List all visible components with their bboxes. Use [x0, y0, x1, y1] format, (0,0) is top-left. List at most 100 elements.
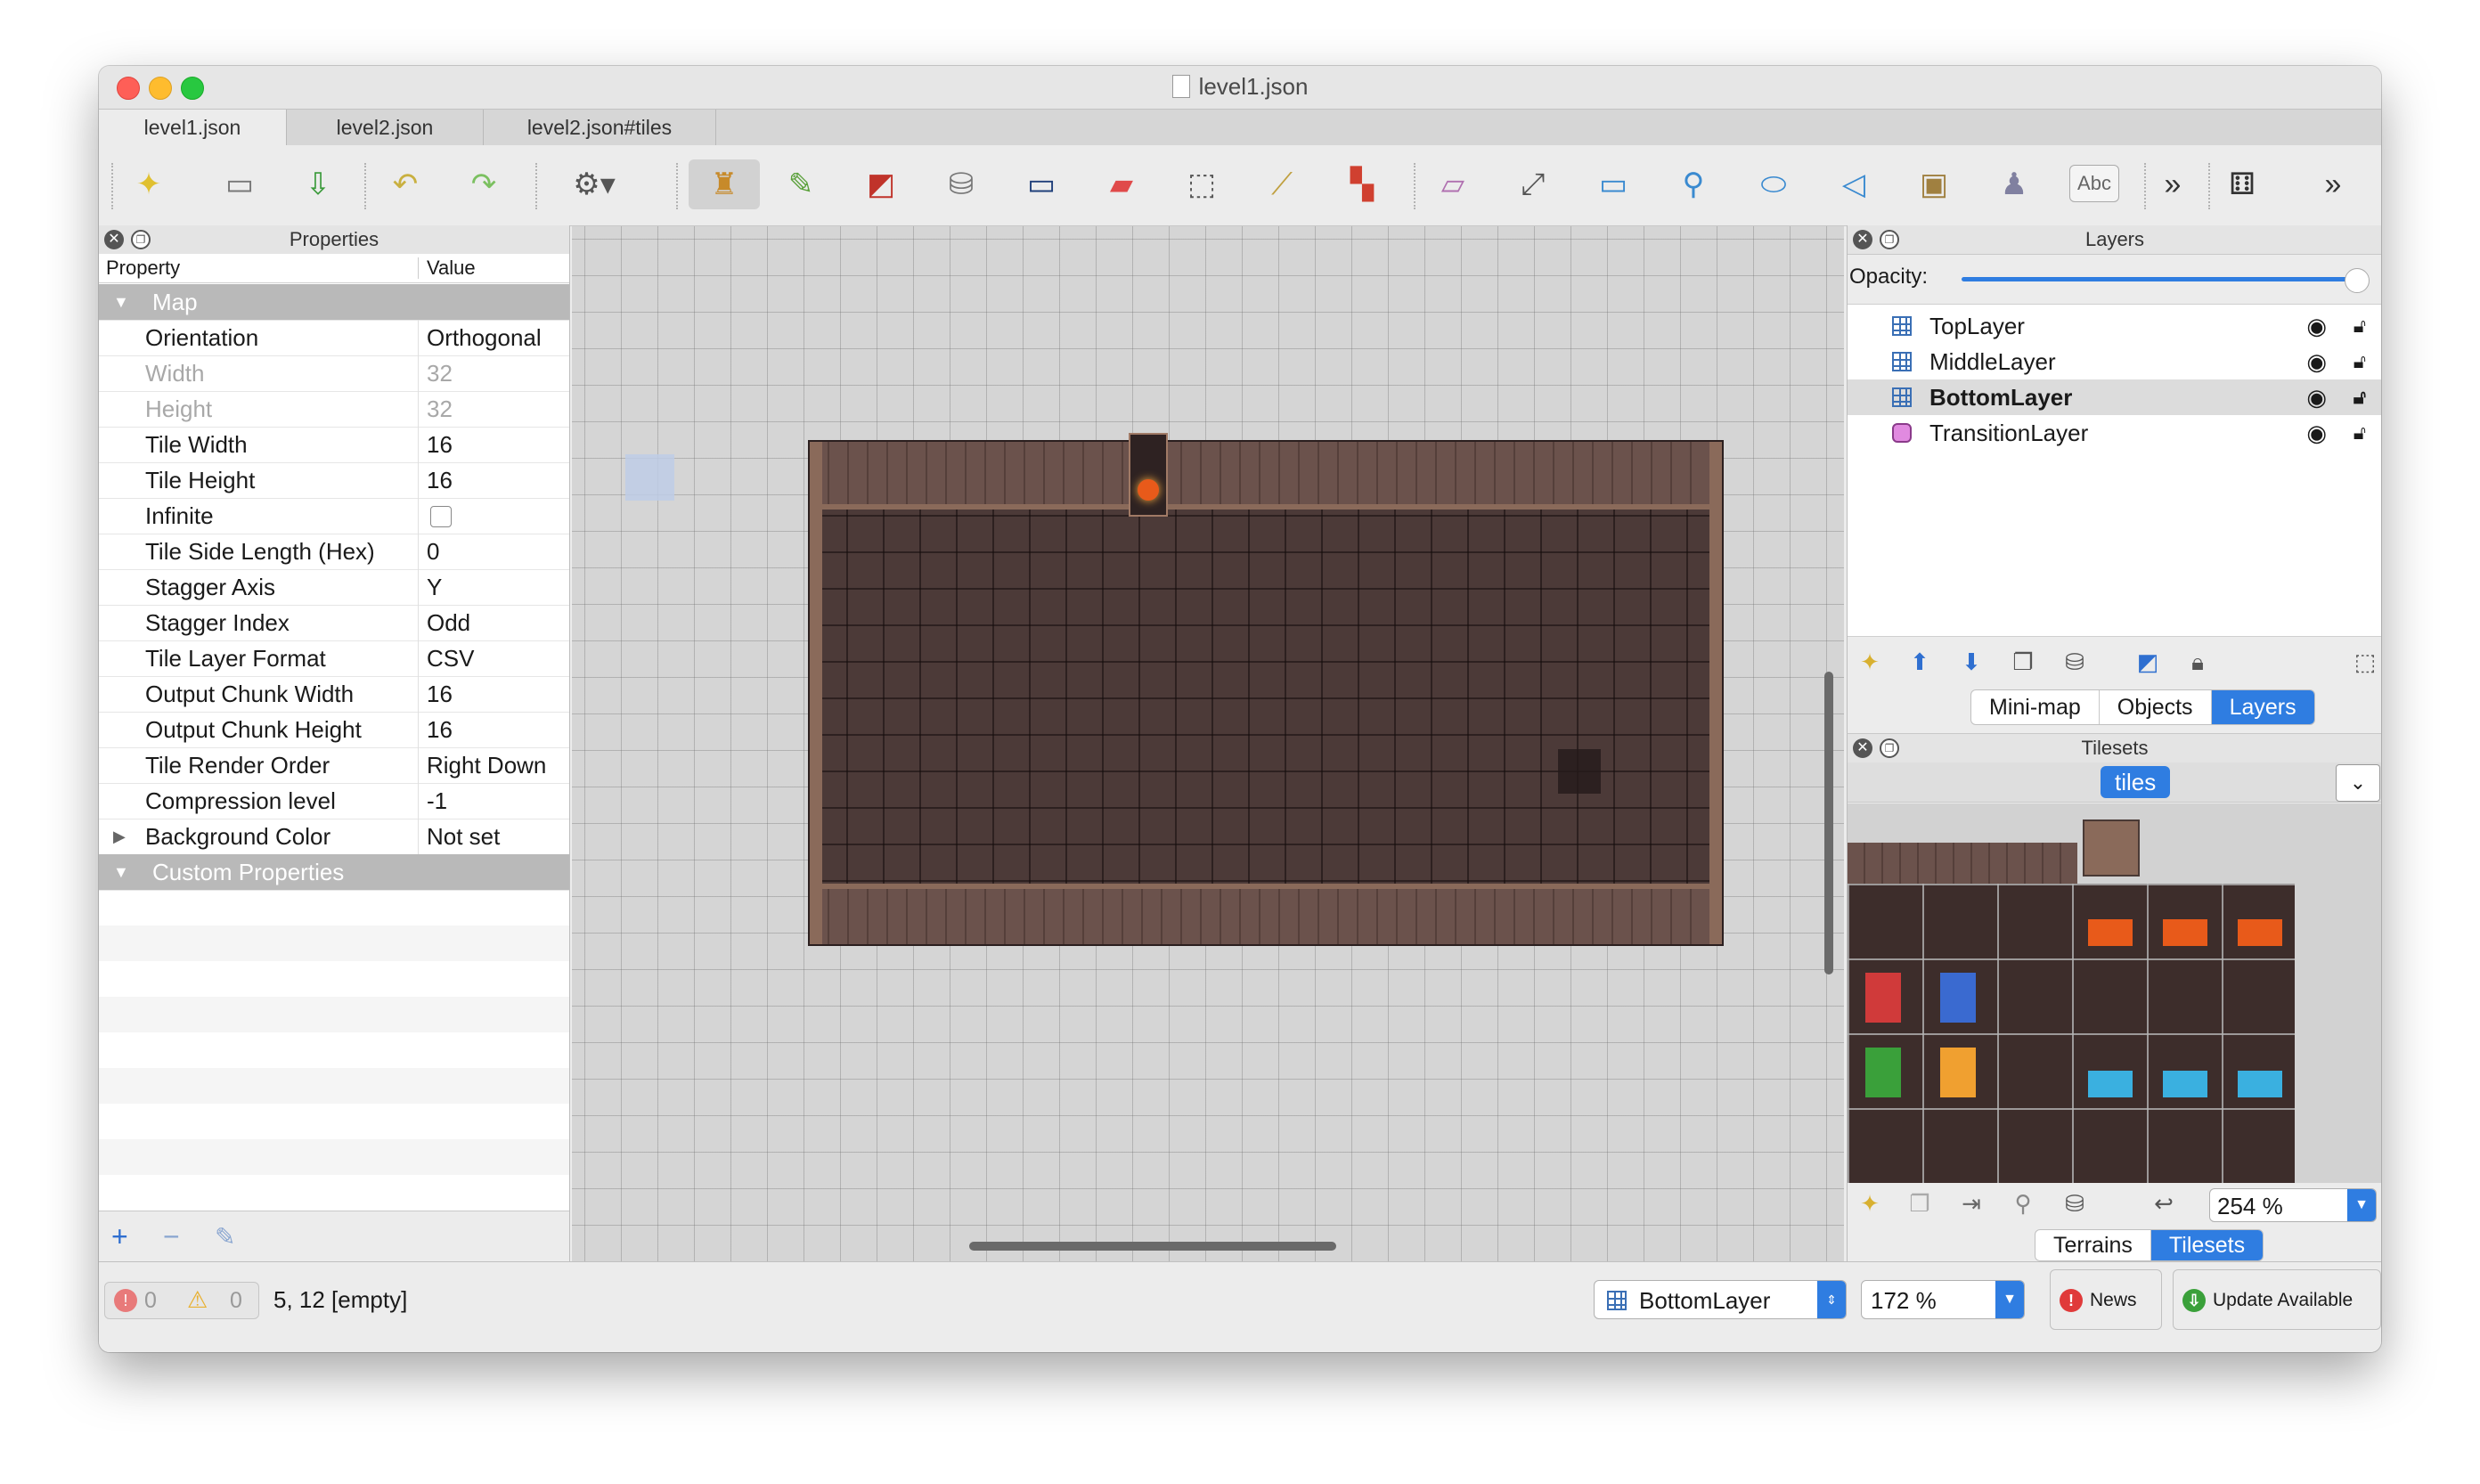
prop-layer-format[interactable]: Tile Layer Format CSV	[99, 640, 569, 677]
tile-map[interactable]	[808, 433, 1724, 946]
tab-layers[interactable]: Layers	[2211, 690, 2314, 724]
insert-polygon-icon[interactable]: ◁	[1829, 159, 1879, 209]
close-panel-icon[interactable]: ✕	[1853, 738, 1872, 758]
insert-rectangle-icon[interactable]: ▭	[1588, 159, 1638, 209]
tileset-tab-tiles[interactable]: tiles	[2101, 766, 2171, 798]
vertical-scrollbar[interactable]	[1824, 672, 1833, 974]
select-objects-icon[interactable]: ▱	[1428, 159, 1478, 209]
tileset-image[interactable]	[1848, 884, 2295, 1183]
rect-select-icon[interactable]: ⬚	[1177, 159, 1227, 209]
float-panel-icon[interactable]: ❐	[1880, 738, 1899, 758]
close-panel-icon[interactable]: ✕	[104, 230, 124, 249]
insert-ellipse-icon[interactable]: ⬭	[1749, 159, 1799, 209]
infinite-checkbox[interactable]	[430, 506, 452, 527]
tileset-view[interactable]	[1848, 803, 2381, 1183]
insert-tile-icon[interactable]: ▣	[1909, 159, 1959, 209]
lock-icon[interactable]: 🔓︎	[2354, 415, 2366, 451]
visibility-eye-icon[interactable]: ◉	[2306, 344, 2327, 379]
layer-row-toplayer[interactable]: TopLayer ◉ 🔓︎	[1848, 308, 2381, 344]
layer-row-middlelayer[interactable]: MiddleLayer ◉ 🔓︎	[1848, 344, 2381, 379]
redo-icon[interactable]: ↷	[459, 159, 509, 209]
tab-level1[interactable]: level1.json	[99, 110, 287, 145]
commands-icon[interactable]: ⚙▾	[562, 159, 626, 209]
lock-others-icon[interactable]: 🔒︎	[2184, 648, 2211, 675]
bucket-fill-icon[interactable]: ⛁	[936, 159, 986, 209]
update-available-button[interactable]: ⇩ Update Available	[2173, 1269, 2381, 1330]
more-icon-2[interactable]: »	[2308, 159, 2358, 209]
tab-level2-tiles[interactable]: level2.json#tiles	[484, 110, 716, 145]
tileset-menu-chevron-icon[interactable]: ⌄	[2336, 764, 2380, 802]
insert-template-icon[interactable]: ♟	[1989, 159, 2039, 209]
tab-mini-map[interactable]: Mini-map	[1971, 690, 2100, 724]
eraser-icon[interactable]: ▰	[1097, 159, 1146, 209]
prop-chunk-width[interactable]: Output Chunk Width 16	[99, 676, 569, 713]
terrain-brush-icon[interactable]: ✎	[776, 159, 826, 209]
delete-layer-icon[interactable]: ⛁	[2061, 648, 2088, 675]
float-panel-icon[interactable]: ❐	[131, 230, 151, 249]
layer-select[interactable]: BottomLayer ⇕	[1594, 1280, 1847, 1319]
wang-brush-icon[interactable]: ◩	[856, 159, 906, 209]
lower-layer-icon[interactable]: ⬇	[1958, 648, 1985, 675]
new-map-icon[interactable]: ✦	[124, 159, 174, 209]
map-canvas[interactable]	[572, 226, 1844, 1261]
tileset-zoom-select[interactable]: 254 % ▼	[2209, 1188, 2377, 1222]
new-layer-icon[interactable]: ✦	[1856, 648, 1883, 675]
tab-objects[interactable]: Objects	[2100, 690, 2212, 724]
highlight-layer-icon[interactable]: ⬚	[2352, 648, 2378, 675]
layer-row-bottomlayer[interactable]: BottomLayer ◉ 🔓︎	[1848, 379, 2381, 415]
magic-wand-icon[interactable]: ⟋	[1257, 159, 1307, 209]
news-button[interactable]: ! News	[2050, 1269, 2162, 1330]
prop-chunk-height[interactable]: Output Chunk Height 16	[99, 712, 569, 748]
prop-tile-width[interactable]: Tile Width 16	[99, 427, 569, 463]
layer-row-transitionlayer[interactable]: TransitionLayer ◉ 🔓︎	[1848, 415, 2381, 451]
embed-tileset-icon[interactable]: ❐	[1906, 1190, 1933, 1217]
remove-tileset-icon[interactable]: ⛁	[2061, 1190, 2088, 1217]
more-icon[interactable]: »	[2148, 159, 2198, 209]
duplicate-layer-icon[interactable]: ❐	[2010, 648, 2036, 675]
lock-icon[interactable]: 🔓︎	[2354, 308, 2366, 344]
edit-polygons-icon[interactable]: ⤢	[1508, 159, 1558, 209]
group-custom-properties[interactable]: ▼ Custom Properties	[99, 854, 569, 891]
lock-icon[interactable]: 🔓︎	[2354, 379, 2366, 415]
prop-background-color[interactable]: ▶ Background Color Not set	[99, 819, 569, 855]
insert-point-icon[interactable]: ⚲	[1668, 159, 1718, 209]
opacity-slider-knob[interactable]	[2345, 268, 2370, 293]
opacity-slider[interactable]	[1962, 277, 2361, 281]
stamp-brush-icon[interactable]: ♜	[689, 159, 760, 209]
zoom-select[interactable]: 172 % ▼	[1861, 1280, 2025, 1319]
visibility-eye-icon[interactable]: ◉	[2306, 415, 2327, 451]
prop-tile-height[interactable]: Tile Height 16	[99, 462, 569, 499]
shape-fill-icon[interactable]: ▭	[1016, 159, 1066, 209]
insert-text-icon[interactable]: Abc	[2069, 165, 2119, 202]
prop-stagger-axis[interactable]: Stagger Axis Y	[99, 569, 569, 606]
prop-stagger-index[interactable]: Stagger Index Odd	[99, 605, 569, 641]
show-hide-others-icon[interactable]: ◩	[2134, 648, 2161, 675]
raise-layer-icon[interactable]: ⬆	[1906, 648, 1933, 675]
save-icon[interactable]: ⇩	[293, 159, 343, 209]
tab-level2[interactable]: level2.json	[287, 110, 484, 145]
prop-hex-side[interactable]: Tile Side Length (Hex) 0	[99, 534, 569, 570]
group-map[interactable]: ▼ Map	[99, 284, 569, 321]
horizontal-scrollbar[interactable]	[969, 1242, 1336, 1251]
open-icon[interactable]: ▭	[215, 159, 265, 209]
visibility-eye-icon[interactable]: ◉	[2306, 308, 2327, 344]
prop-orientation[interactable]: Orientation Orthogonal	[99, 320, 569, 356]
tab-terrains[interactable]: Terrains	[2035, 1230, 2151, 1260]
prop-compression[interactable]: Compression level -1	[99, 783, 569, 819]
select-same-tile-icon[interactable]: ▚	[1337, 159, 1387, 209]
remove-property-icon[interactable]: −	[163, 1220, 180, 1253]
lock-icon[interactable]: 🔓︎	[2354, 344, 2366, 379]
random-mode-icon[interactable]: ⚅	[2217, 159, 2267, 209]
prop-render-order[interactable]: Tile Render Order Right Down	[99, 747, 569, 784]
prop-infinite[interactable]: Infinite	[99, 498, 569, 534]
dynamic-wrap-icon[interactable]: ↩	[2150, 1190, 2177, 1217]
close-panel-icon[interactable]: ✕	[1853, 230, 1872, 249]
edit-tileset-icon[interactable]: ⚲	[2010, 1190, 2036, 1217]
export-tileset-icon[interactable]: ⇥	[1958, 1190, 1985, 1217]
float-panel-icon[interactable]: ❐	[1880, 230, 1899, 249]
undo-icon[interactable]: ↶	[380, 159, 430, 209]
new-tileset-icon[interactable]: ✦	[1856, 1190, 1883, 1217]
issues-button[interactable]: ! 0 ⚠ 0	[104, 1282, 259, 1319]
visibility-eye-icon[interactable]: ◉	[2306, 379, 2327, 415]
add-property-icon[interactable]: +	[111, 1220, 128, 1253]
